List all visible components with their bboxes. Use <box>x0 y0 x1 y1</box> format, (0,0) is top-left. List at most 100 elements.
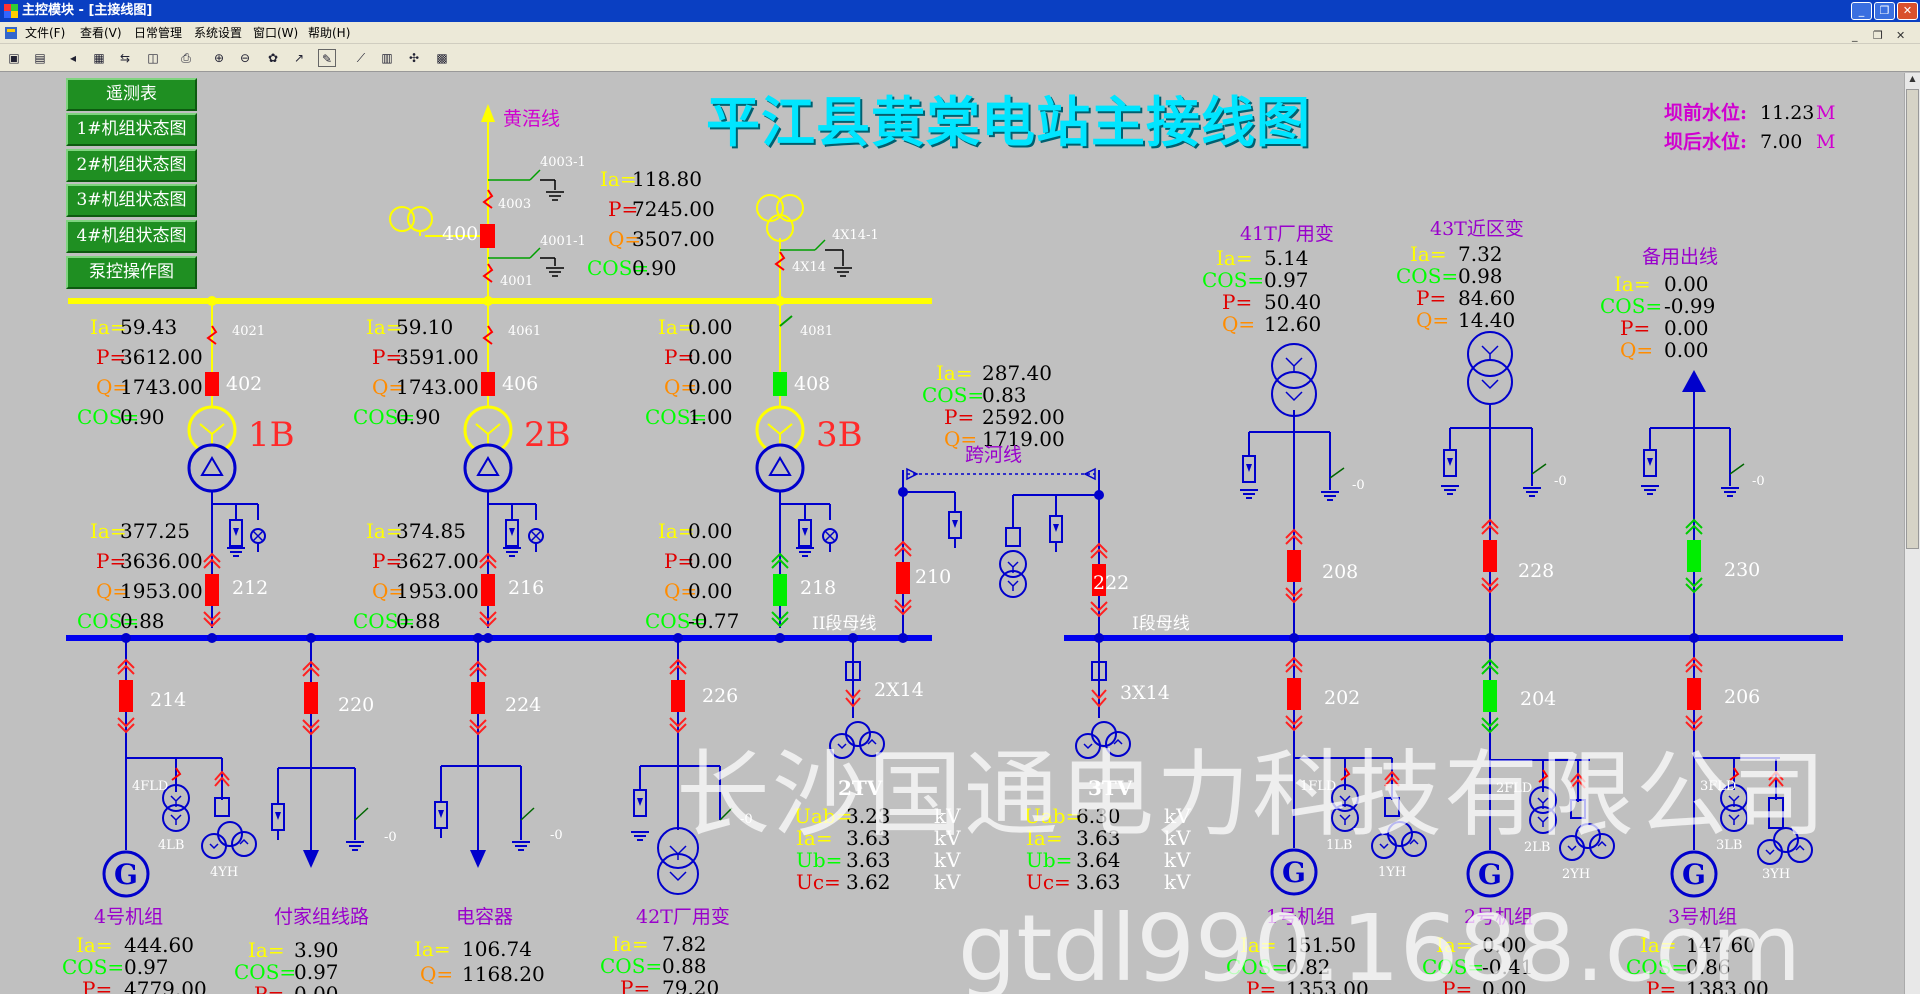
spare-ia: 0.00 <box>1664 272 1709 296</box>
unit4-name: 4号机组 <box>94 906 164 928</box>
print-icon[interactable]: ⎙ <box>177 49 195 67</box>
t2b-lv-q: 1953.00 <box>396 579 479 603</box>
kv-label: kV <box>1164 870 1191 894</box>
open-folder-icon[interactable]: ▤ <box>31 49 49 67</box>
breaker-230[interactable]: 230 <box>1724 561 1760 580</box>
nav-unit3-button[interactable]: 3#机组状态图 <box>66 184 197 217</box>
pt-4x14: 4X14 <box>792 260 827 275</box>
breaker-2x14[interactable]: 2X14 <box>874 681 924 700</box>
capacitor-q: 1168.20 <box>462 962 545 986</box>
breaker-212[interactable]: 212 <box>232 579 268 598</box>
t2b-hv-ia: 59.10 <box>396 315 454 339</box>
t42-cos: 0.88 <box>662 954 707 978</box>
huangzhi-q: 3507.00 <box>632 227 715 251</box>
report-icon[interactable]: ▥ <box>378 49 396 67</box>
nav-unit4-button[interactable]: 4#机组状态图 <box>66 220 197 253</box>
t43-ia: 7.32 <box>1458 242 1503 266</box>
breaker-3x14[interactable]: 3X14 <box>1120 684 1170 703</box>
breaker-226[interactable]: 226 <box>702 687 738 706</box>
breaker-204[interactable]: 204 <box>1520 690 1556 709</box>
breaker-216[interactable]: 216 <box>508 579 544 598</box>
breaker-402[interactable]: 402 <box>226 375 262 394</box>
print-setup-icon[interactable]: ▦ <box>90 49 108 67</box>
main-diagram: G <box>0 73 1904 994</box>
q-label: Q= <box>420 962 454 986</box>
t41-cos: 0.97 <box>1264 268 1309 292</box>
front-level-value: 11.23 <box>1760 102 1815 124</box>
breaker-222[interactable]: 222 <box>1093 574 1129 593</box>
frame-icon[interactable]: ◫ <box>144 49 162 67</box>
breaker-228[interactable]: 228 <box>1518 562 1554 581</box>
ia-label: Ia= <box>1410 242 1447 266</box>
scroll-up-icon[interactable]: ▲ <box>1906 74 1919 88</box>
scroll-thumb[interactable] <box>1906 89 1919 549</box>
breaker-202[interactable]: 202 <box>1324 689 1360 708</box>
alarm-icon[interactable]: ✣ <box>405 49 423 67</box>
spare-cos: -0.99 <box>1664 294 1716 318</box>
breaker-218[interactable]: 218 <box>800 579 836 598</box>
cos-label: COS= <box>234 960 297 984</box>
front-level-unit: M <box>1816 102 1836 124</box>
earth-4x14-1: 4X14-1 <box>832 228 879 243</box>
t1b-lv-q: 1953.00 <box>120 579 203 603</box>
t1b-lv-p: 3636.00 <box>120 549 203 573</box>
menu-daily[interactable]: 日常管理 <box>134 22 182 44</box>
cos-label: COS= <box>62 955 125 979</box>
t42-ia: 7.82 <box>662 932 707 956</box>
transformer-2b-label: 2B <box>524 415 571 455</box>
monitor-icon[interactable]: ▣ <box>5 49 23 67</box>
app-icon <box>4 4 18 18</box>
nav-telemetry-button[interactable]: 遥测表 <box>66 78 197 111</box>
breaker-220[interactable]: 220 <box>338 696 374 715</box>
t1b-lv-ia: 377.25 <box>120 519 190 543</box>
breaker-208[interactable]: 208 <box>1322 563 1358 582</box>
back-level-value: 7.00 <box>1760 131 1803 153</box>
breaker-210[interactable]: 210 <box>915 568 951 587</box>
nav-pump-button[interactable]: 泵控操作图 <box>66 256 197 289</box>
vertical-scrollbar[interactable]: ▲ <box>1904 73 1920 994</box>
ub-label: Ub= <box>1026 848 1073 872</box>
capacitor-name: 电容器 <box>456 906 514 928</box>
refresh-icon[interactable]: ✿ <box>264 49 282 67</box>
ia-label: Ia= <box>248 938 285 962</box>
zoom-in-icon[interactable]: ⊕ <box>210 49 228 67</box>
nav-unit2-button[interactable]: 2#机组状态图 <box>66 149 197 182</box>
exchange-icon[interactable]: ⇆ <box>116 49 134 67</box>
breaker-214[interactable]: 214 <box>150 691 186 710</box>
curve-icon[interactable]: ⟋ <box>352 49 370 67</box>
menu-window[interactable]: 窗口(W) <box>253 22 298 44</box>
doc-icon <box>5 27 17 39</box>
breaker-408[interactable]: 408 <box>794 375 830 394</box>
back-icon[interactable]: ◂ <box>64 49 82 67</box>
edit-icon[interactable]: ✎ <box>318 49 336 67</box>
back-level-unit: M <box>1816 131 1836 153</box>
menu-help[interactable]: 帮助(H) <box>308 22 350 44</box>
t41-ia: 5.14 <box>1264 246 1309 270</box>
menu-view[interactable]: 查看(V) <box>80 22 122 44</box>
zoom-out-icon[interactable]: ⊖ <box>236 49 254 67</box>
screen-icon[interactable]: ▩ <box>433 49 451 67</box>
yh-1: 1YH <box>1378 865 1407 880</box>
bus-1-label: I段母线 <box>1132 614 1190 634</box>
uc-label: Uc= <box>1026 870 1071 894</box>
t41-name: 41T厂用变 <box>1240 223 1334 245</box>
breaker-406[interactable]: 406 <box>502 375 538 394</box>
switch-208-state: -0 <box>1352 478 1365 493</box>
p-label: P= <box>1416 286 1447 310</box>
menu-settings[interactable]: 系统设置 <box>194 22 242 44</box>
t1b-hv-q: 1743.00 <box>120 375 203 399</box>
close-button[interactable]: ✕ <box>1897 2 1918 20</box>
bus-2-label: II段母线 <box>812 614 877 634</box>
export-icon[interactable]: ↗ <box>290 49 308 67</box>
breaker-400[interactable]: 400 <box>442 225 478 244</box>
nav-unit1-button[interactable]: 1#机组状态图 <box>66 113 197 146</box>
t3b-lv-cos: -0.77 <box>688 609 740 633</box>
breaker-206[interactable]: 206 <box>1724 688 1760 707</box>
t42-name: 42T厂用变 <box>636 906 730 928</box>
t43-q: 14.40 <box>1458 308 1516 332</box>
switch-224-state: -0 <box>550 828 563 843</box>
maximize-button[interactable]: ❐ <box>1874 2 1895 20</box>
menu-file[interactable]: 文件(F) <box>25 22 65 44</box>
minimize-button[interactable]: _ <box>1851 2 1872 20</box>
breaker-224[interactable]: 224 <box>505 696 541 715</box>
